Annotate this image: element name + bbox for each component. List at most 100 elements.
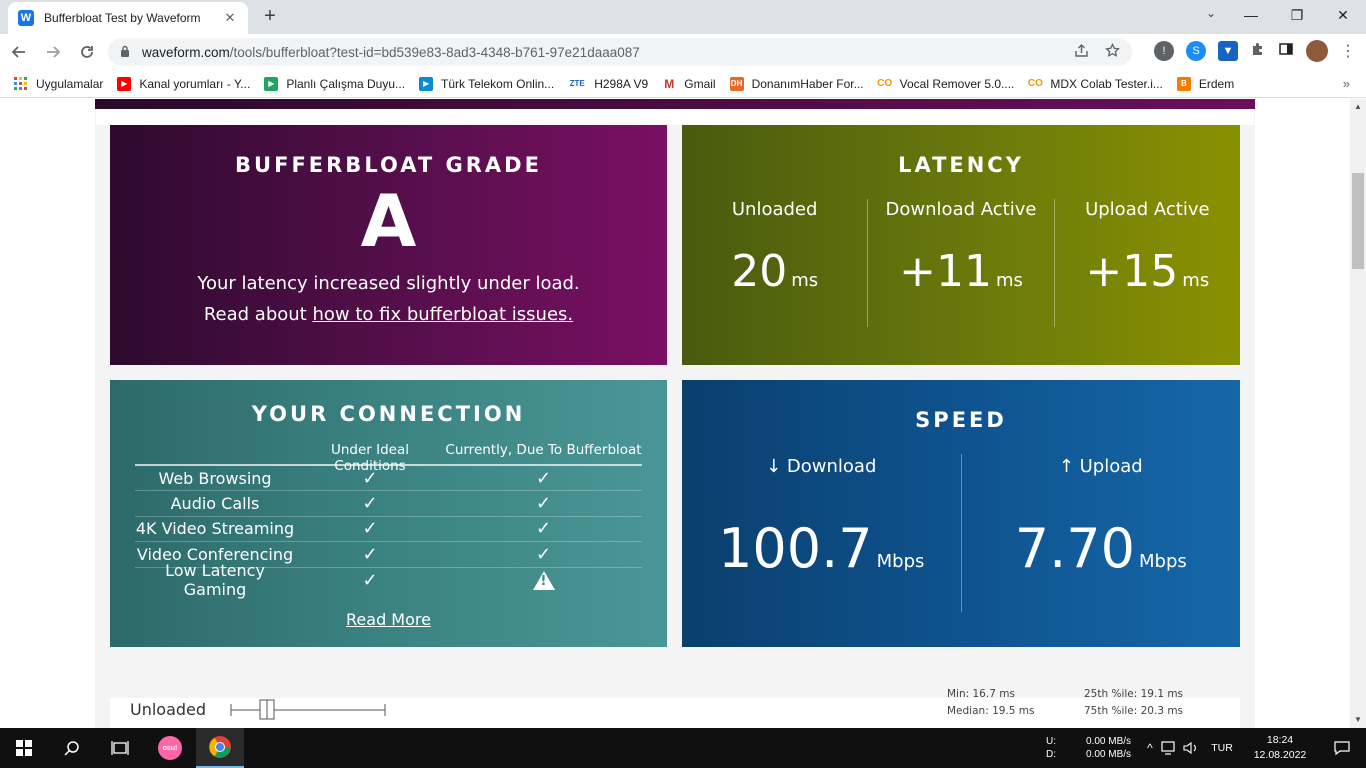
- bookmark-label: Vocal Remover 5.0....: [899, 76, 1015, 91]
- clock[interactable]: 18:24 12.08.2022: [1250, 728, 1310, 768]
- bookmark-youtube[interactable]: ▶ Kanal yorumları - Y...: [117, 76, 250, 91]
- download-label: ↓ Download: [766, 456, 877, 477]
- latency-unit: ms: [1182, 270, 1210, 291]
- profile-avatar[interactable]: [1306, 40, 1328, 62]
- stat-min: Min: 16.7 ms: [947, 688, 1015, 700]
- extensions-puzzle-icon[interactable]: [1250, 41, 1266, 62]
- windows-start-icon[interactable]: [0, 728, 48, 768]
- grade-summary: Your latency increased slightly under lo…: [197, 273, 580, 294]
- forward-arrow-icon[interactable]: [38, 37, 68, 67]
- row-label: Low Latency Gaming: [165, 561, 265, 600]
- scroll-up-arrow-icon[interactable]: ▲: [1350, 99, 1366, 115]
- play-store-icon: ▶: [264, 76, 279, 91]
- check-icon: ✓: [362, 543, 378, 565]
- chrome-taskbar-icon[interactable]: [196, 728, 244, 768]
- scroll-thumb[interactable]: [1352, 173, 1364, 269]
- header-ideal: Under Ideal Conditions: [330, 442, 410, 474]
- latency-card: LATENCY Unloaded 20 ms Download Active +1…: [682, 125, 1240, 365]
- network-icon[interactable]: [1158, 741, 1180, 755]
- osu-label: osu!: [158, 736, 182, 760]
- lock-icon[interactable]: [120, 45, 130, 60]
- check-icon: ✓: [535, 493, 552, 515]
- grade-title: BUFFERBLOAT GRADE: [235, 153, 542, 177]
- side-panel-icon[interactable]: [1278, 41, 1294, 62]
- row-label: 4K Video Streaming: [135, 519, 295, 539]
- back-arrow-icon[interactable]: [4, 37, 34, 67]
- table-row: Low Latency Gaming ✓: [135, 561, 642, 599]
- bookmark-turk-telekom[interactable]: ▶ Türk Telekom Onlin...: [419, 76, 554, 91]
- bookmark-planli[interactable]: ▶ Planlı Çalışma Duyu...: [264, 76, 405, 91]
- chrome-menu-icon[interactable]: ⋮: [1340, 41, 1356, 61]
- connection-title: YOUR CONNECTION: [251, 402, 526, 426]
- check-icon: ✓: [535, 467, 552, 489]
- donanimhaber-icon: DH: [729, 76, 744, 91]
- url-text[interactable]: waveform.com/tools/bufferbloat?test-id=b…: [142, 45, 1074, 60]
- bookmark-erdem[interactable]: B Erdem: [1176, 76, 1235, 91]
- minimize-button[interactable]: —: [1228, 0, 1274, 30]
- table-row: Audio Calls ✓ ✓: [135, 491, 642, 517]
- share-icon[interactable]: [1074, 43, 1089, 61]
- url-host: waveform.com: [142, 44, 230, 60]
- reload-icon[interactable]: [72, 37, 102, 67]
- latency-upload-active: Upload Active +15 ms: [1053, 199, 1240, 327]
- browser-tab[interactable]: W Bufferbloat Test by Waveform ✕: [8, 2, 248, 34]
- bookmark-donanimhaber[interactable]: DH DonanımHaber For...: [729, 76, 864, 91]
- bookmark-star-icon[interactable]: [1105, 42, 1120, 61]
- bookmark-gmail[interactable]: M Gmail: [662, 77, 715, 91]
- system-tray: ^ TUR: [1142, 728, 1242, 768]
- upload-number: 7.70: [1014, 517, 1135, 580]
- speed-columns: ↓ Download 100.7 Mbps ↑ Upload 7.70 Mbps: [682, 454, 1240, 612]
- scroll-down-arrow-icon[interactable]: ▼: [1350, 712, 1366, 728]
- fix-bufferbloat-link[interactable]: how to fix bufferbloat issues.: [312, 304, 573, 325]
- bookmarks-overflow-button[interactable]: »: [1343, 76, 1350, 91]
- bookmark-label: Uygulamalar: [36, 76, 104, 91]
- language-indicator[interactable]: TUR: [1202, 742, 1242, 754]
- tab-strip: W Bufferbloat Test by Waveform ✕ + ⌄ — ❐…: [0, 0, 1366, 34]
- page-scrollbar[interactable]: ▲ ▼: [1350, 99, 1366, 728]
- shazam-extension-icon[interactable]: S: [1186, 41, 1206, 61]
- bookmark-vocal-remover[interactable]: CO Vocal Remover 5.0....: [877, 76, 1015, 91]
- tray-overflow-chevron-icon[interactable]: ^: [1142, 741, 1158, 755]
- close-window-button[interactable]: ✕: [1320, 0, 1366, 30]
- latency-label: Unloaded: [731, 199, 818, 220]
- latency-label: Download Active: [885, 199, 1037, 220]
- url-path: /tools/bufferbloat?test-id=bd539e83-8ad3…: [229, 44, 640, 60]
- check-icon: ✓: [362, 467, 378, 489]
- upload-speed: ↑ Upload 7.70 Mbps: [960, 454, 1241, 612]
- bookmark-apps[interactable]: Uygulamalar: [14, 76, 104, 91]
- address-bar[interactable]: waveform.com/tools/bufferbloat?test-id=b…: [108, 38, 1132, 66]
- latency-unloaded: Unloaded 20 ms: [682, 199, 867, 327]
- maximize-button[interactable]: ❐: [1274, 0, 1320, 30]
- tab-search-icon[interactable]: ⌄: [1206, 6, 1216, 20]
- extension-alert-icon[interactable]: !: [1154, 41, 1174, 61]
- latency-value: +15 ms: [1055, 246, 1240, 297]
- task-view-icon[interactable]: [96, 728, 144, 768]
- download-speed: ↓ Download 100.7 Mbps: [682, 454, 961, 612]
- net-speed-values: 0.00 MB/s 0.00 MB/s: [1086, 735, 1131, 761]
- unloaded-detail-label: Unloaded: [130, 700, 207, 719]
- vpn-shield-icon[interactable]: ▼: [1218, 41, 1238, 61]
- net-up-value: 0.00 MB/s: [1086, 736, 1132, 747]
- search-icon[interactable]: [48, 728, 96, 768]
- bookmark-mdx-colab[interactable]: CO MDX Colab Tester.i...: [1028, 77, 1163, 91]
- read-more-link[interactable]: Read More: [110, 610, 667, 629]
- new-tab-button[interactable]: +: [258, 5, 282, 29]
- volume-icon[interactable]: [1180, 741, 1202, 755]
- grade-letter: A: [360, 179, 417, 263]
- window-controls: — ❐ ✕: [1228, 0, 1366, 30]
- notification-icon[interactable]: [1318, 728, 1366, 768]
- latency-columns: Unloaded 20 ms Download Active +11 ms Uplo…: [682, 199, 1240, 327]
- latency-unit: ms: [791, 270, 819, 291]
- check-icon: ✓: [362, 518, 378, 540]
- clock-time: 18:24: [1266, 734, 1294, 746]
- connection-table-header: Under Ideal Conditions Currently, Due To…: [135, 442, 642, 474]
- bookmark-label: Erdem: [1198, 76, 1235, 91]
- header-gap: [96, 109, 1254, 125]
- osu-app-icon[interactable]: osu!: [146, 728, 194, 768]
- close-tab-icon[interactable]: ✕: [222, 10, 238, 26]
- check-icon: ✓: [535, 518, 552, 540]
- bookmark-zte[interactable]: ZTE H298A V9: [568, 77, 649, 91]
- play-store-icon: ▶: [419, 76, 434, 91]
- bookmark-label: MDX Colab Tester.i...: [1050, 76, 1163, 91]
- latency-number: +15: [1085, 246, 1179, 297]
